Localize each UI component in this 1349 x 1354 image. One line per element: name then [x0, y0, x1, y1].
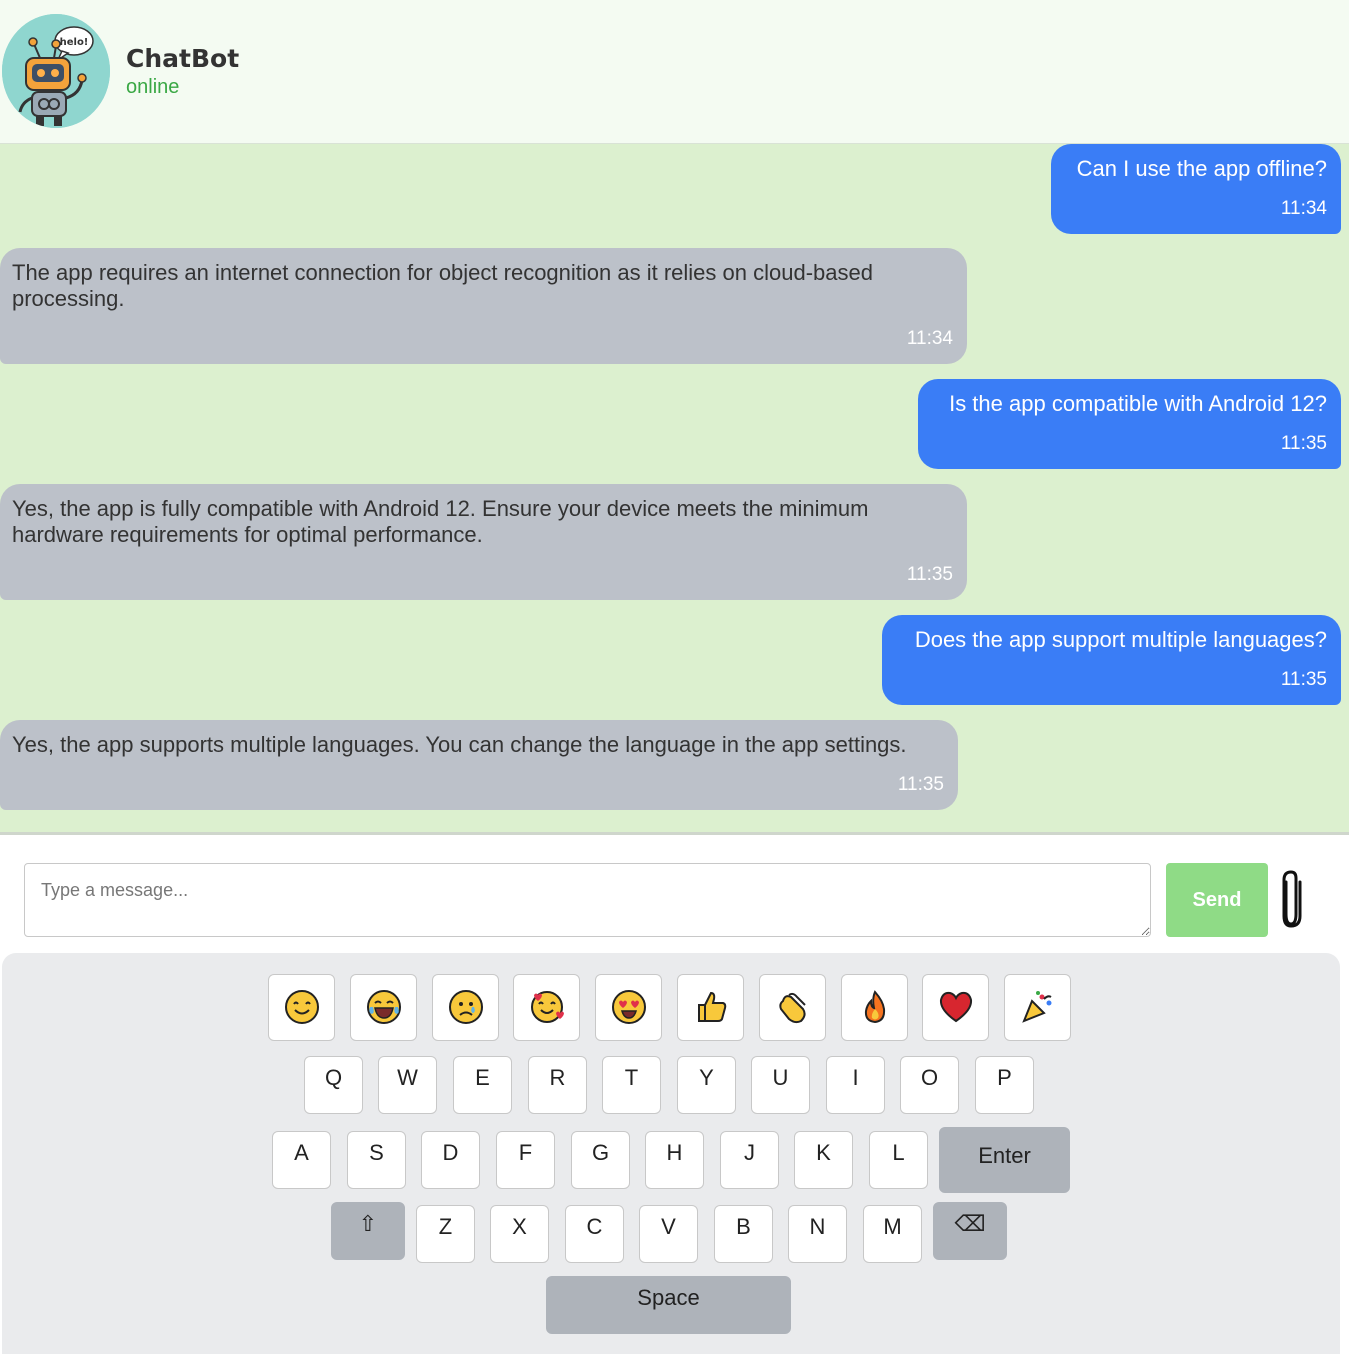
key-g[interactable]: G [571, 1131, 630, 1189]
shift-key[interactable]: ⇧ [331, 1202, 405, 1260]
virtual-keyboard: Q W E R T Y U I O P A S D F G H J K L En… [2, 953, 1340, 1354]
emoji-key-tears-of-joy[interactable] [350, 974, 417, 1041]
key-s[interactable]: S [347, 1131, 406, 1189]
chat-messages: Can I use the app offline? 11:34 The app… [0, 144, 1349, 835]
robot-icon: helo! [2, 14, 110, 128]
fire-icon [864, 990, 885, 1024]
smiling-face-with-hearts-icon [530, 991, 564, 1023]
key-e[interactable]: E [453, 1056, 512, 1114]
bot-message: The app requires an internet connection … [0, 248, 967, 364]
key-r[interactable]: R [528, 1056, 587, 1114]
message-input[interactable] [24, 863, 1151, 937]
svg-text:helo!: helo! [60, 37, 89, 48]
key-d[interactable]: D [421, 1131, 480, 1189]
send-button[interactable]: Send [1166, 863, 1268, 937]
user-message: Does the app support multiple languages?… [882, 615, 1341, 705]
message-text: Yes, the app supports multiple languages… [12, 732, 907, 757]
key-c[interactable]: C [565, 1205, 624, 1263]
message-text: Can I use the app offline? [1076, 156, 1327, 181]
space-key[interactable]: Space [546, 1276, 791, 1334]
bot-status: online [126, 76, 180, 98]
face-with-tears-of-joy-icon [366, 990, 401, 1024]
key-b[interactable]: B [714, 1205, 773, 1263]
emoji-key-heart-eyes[interactable] [595, 974, 662, 1041]
emoji-key-smiling-hearts[interactable] [513, 974, 580, 1041]
composer: Send [0, 835, 1349, 953]
key-o[interactable]: O [900, 1056, 959, 1114]
key-p[interactable]: P [975, 1056, 1034, 1114]
key-x[interactable]: X [490, 1205, 549, 1263]
crying-face-icon [448, 990, 483, 1024]
message-text: Does the app support multiple languages? [914, 627, 1327, 652]
party-popper-icon [1021, 991, 1052, 1023]
key-h[interactable]: H [645, 1131, 704, 1189]
emoji-key-crying-face[interactable] [432, 974, 499, 1041]
emoji-key-clapping-hands[interactable] [759, 974, 826, 1041]
key-k[interactable]: K [794, 1131, 853, 1189]
clapping-hands-icon [778, 992, 806, 1024]
red-heart-icon [939, 991, 972, 1023]
user-message: Can I use the app offline? 11:34 [1051, 144, 1341, 234]
key-i[interactable]: I [826, 1056, 885, 1114]
user-message: Is the app compatible with Android 12? 1… [918, 379, 1341, 469]
heart-eyes-face-icon [611, 990, 646, 1024]
key-u[interactable]: U [751, 1056, 810, 1114]
key-w[interactable]: W [378, 1056, 437, 1114]
thumbs-up-icon [697, 991, 726, 1022]
message-time: 11:34 [906, 328, 953, 349]
bot-name: ChatBot [126, 44, 240, 73]
key-z[interactable]: Z [416, 1205, 475, 1263]
key-q[interactable]: Q [304, 1056, 363, 1114]
emoji-key-thumbs-up[interactable] [677, 974, 744, 1041]
message-time: 11:35 [897, 774, 944, 795]
emoji-key-red-heart[interactable] [922, 974, 989, 1041]
backspace-key[interactable]: ⌫ [933, 1202, 1007, 1260]
emoji-key-smiling-face[interactable] [268, 974, 335, 1041]
message-text: The app requires an internet connection … [12, 260, 873, 311]
key-l[interactable]: L [869, 1131, 928, 1189]
message-time: 11:34 [1280, 198, 1327, 219]
key-v[interactable]: V [639, 1205, 698, 1263]
smiling-face-icon [284, 990, 319, 1024]
emoji-key-party-popper[interactable] [1004, 974, 1071, 1041]
message-text: Yes, the app is fully compatible with An… [12, 496, 869, 547]
key-t[interactable]: T [602, 1056, 661, 1114]
enter-key[interactable]: Enter [939, 1127, 1070, 1193]
bot-message: Yes, the app supports multiple languages… [0, 720, 958, 810]
key-n[interactable]: N [788, 1205, 847, 1263]
bot-message: Yes, the app is fully compatible with An… [0, 484, 967, 600]
key-j[interactable]: J [720, 1131, 779, 1189]
message-text: Is the app compatible with Android 12? [949, 391, 1327, 416]
message-time: 11:35 [906, 564, 953, 585]
key-f[interactable]: F [496, 1131, 555, 1189]
key-a[interactable]: A [272, 1131, 331, 1189]
bot-avatar: helo! [2, 14, 110, 128]
key-y[interactable]: Y [677, 1056, 736, 1114]
chat-header: helo! ChatBot online [0, 0, 1349, 144]
emoji-key-fire[interactable] [841, 974, 908, 1041]
message-time: 11:35 [1280, 669, 1327, 690]
key-m[interactable]: M [863, 1205, 922, 1263]
paperclip-icon[interactable] [1278, 868, 1304, 928]
message-time: 11:35 [1280, 433, 1327, 454]
